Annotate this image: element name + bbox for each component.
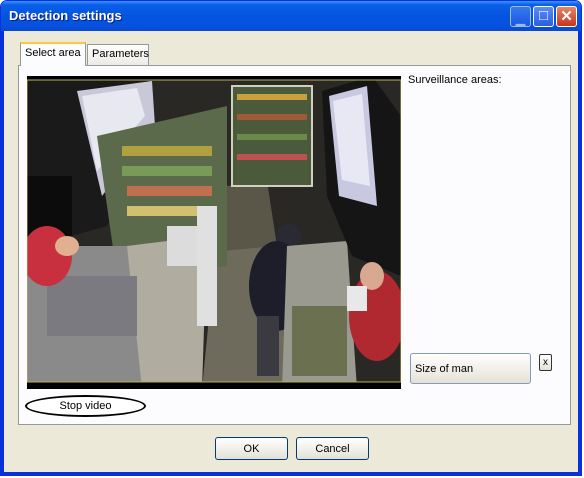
maximize-icon: □	[538, 7, 549, 24]
remove-area-button[interactable]: x	[539, 354, 552, 371]
surveillance-frame	[27, 76, 401, 389]
window-frame-bottom	[1, 472, 581, 475]
close-button[interactable]: ✕	[556, 6, 577, 27]
video-preview[interactable]	[27, 76, 401, 389]
stop-video-button[interactable]: Stop video	[25, 395, 146, 417]
window-title: Detection settings	[9, 8, 122, 23]
ok-button[interactable]: OK	[215, 437, 288, 460]
tab-parameters[interactable]: Parameters	[87, 44, 149, 65]
minimize-button[interactable]: ▁	[510, 6, 531, 27]
size-of-man-button[interactable]: Size of man	[410, 353, 531, 384]
surveillance-areas-label: Surveillance areas:	[408, 74, 502, 86]
window-frame-left	[1, 31, 4, 475]
detection-settings-window: Detection settings ▁ □ ✕ Select area Par…	[0, 0, 582, 476]
maximize-button[interactable]: □	[533, 6, 554, 27]
tab-select-area[interactable]: Select area	[20, 42, 86, 66]
window-frame-right	[578, 31, 581, 475]
title-bar[interactable]: Detection settings ▁ □ ✕	[1, 1, 581, 31]
close-icon: ✕	[560, 8, 573, 25]
minimize-icon: ▁	[515, 12, 526, 26]
cancel-button[interactable]: Cancel	[296, 437, 369, 460]
